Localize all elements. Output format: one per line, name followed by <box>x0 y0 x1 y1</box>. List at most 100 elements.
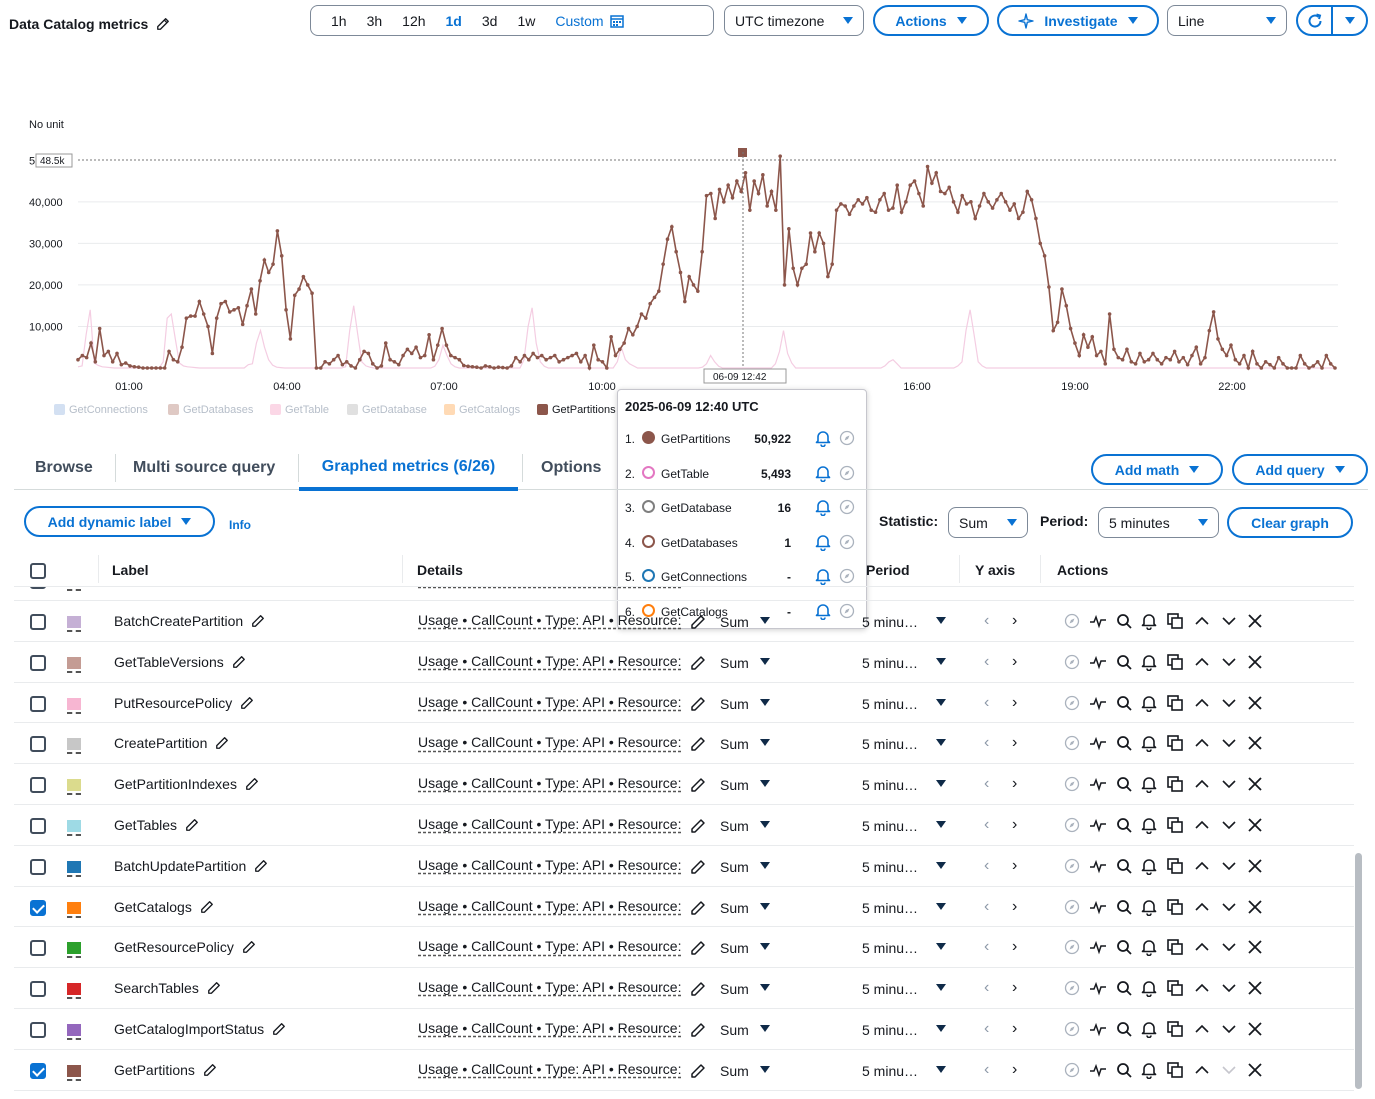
row-checkbox[interactable] <box>30 777 46 794</box>
chevron-down-icon[interactable] <box>760 943 770 951</box>
remove-icon[interactable] <box>1247 776 1263 792</box>
compass-icon[interactable] <box>1064 817 1080 833</box>
select-all-checkbox[interactable] <box>30 563 46 579</box>
duplicate-icon[interactable] <box>1166 775 1184 793</box>
chevron-down-icon[interactable] <box>760 617 770 624</box>
range-12h[interactable]: 12h <box>392 13 435 29</box>
table-row[interactable]: GetTables Usage • CallCount • Type: API … <box>14 805 1354 846</box>
bell-icon[interactable] <box>1141 857 1157 875</box>
compass-icon[interactable] <box>1064 776 1080 792</box>
row-period[interactable]: 5 minu… <box>862 981 918 997</box>
edit-label-icon[interactable] <box>232 655 246 669</box>
row-statistic[interactable]: Sum <box>720 696 749 712</box>
row-checkbox[interactable] <box>30 736 46 753</box>
table-row[interactable]: CreatePartition Usage • CallCount • Type… <box>14 723 1354 765</box>
series-color-swatch[interactable] <box>67 616 81 632</box>
chevron-down-icon[interactable] <box>760 780 770 788</box>
row-checkbox[interactable] <box>30 1062 46 1079</box>
y-axis-left-icon[interactable]: ‹ <box>984 1061 989 1079</box>
y-axis-right-icon[interactable]: › <box>1012 898 1017 916</box>
compass-icon[interactable] <box>839 534 855 550</box>
anomaly-detection-icon[interactable] <box>1089 613 1107 629</box>
edit-details-icon[interactable] <box>690 859 706 875</box>
duplicate-icon[interactable] <box>1166 938 1184 956</box>
chevron-down-icon[interactable] <box>760 657 770 665</box>
row-statistic[interactable]: Sum <box>720 736 749 752</box>
edit-details-icon[interactable] <box>690 614 706 630</box>
bell-icon[interactable] <box>815 429 831 447</box>
duplicate-icon[interactable] <box>1166 653 1184 671</box>
edit-label-icon[interactable] <box>203 1063 217 1077</box>
series-color-swatch[interactable] <box>67 860 81 877</box>
move-up-icon[interactable] <box>1193 1062 1211 1078</box>
edit-label-icon[interactable] <box>272 1022 286 1036</box>
move-up-icon[interactable] <box>1193 735 1211 751</box>
anomaly-detection-icon[interactable] <box>1089 735 1107 751</box>
anomaly-detection-icon[interactable] <box>1089 1021 1107 1037</box>
edit-label-icon[interactable] <box>207 981 221 995</box>
refresh-button[interactable] <box>1298 7 1333 34</box>
metrics-chart[interactable]: No unit 10,00020,00030,00040,00050,000 0… <box>0 100 1375 430</box>
move-down-icon[interactable] <box>1220 980 1238 996</box>
row-checkbox[interactable] <box>30 695 46 712</box>
compass-icon[interactable] <box>1064 1021 1080 1037</box>
edit-details-icon[interactable] <box>690 655 706 671</box>
chevron-down-icon[interactable] <box>936 902 946 910</box>
chevron-down-icon[interactable] <box>936 1065 946 1073</box>
series-color-swatch[interactable] <box>67 779 81 796</box>
duplicate-icon[interactable] <box>1166 857 1184 875</box>
edit-label-icon[interactable] <box>242 940 256 954</box>
bell-icon[interactable] <box>1141 1061 1157 1079</box>
chevron-down-icon[interactable] <box>936 739 946 747</box>
move-down-icon[interactable] <box>1220 1021 1238 1037</box>
series-color-swatch[interactable] <box>67 983 81 1000</box>
remove-icon[interactable] <box>1247 613 1263 629</box>
tab-options[interactable]: Options <box>541 446 601 489</box>
chevron-down-icon[interactable] <box>760 861 770 869</box>
search-icon[interactable] <box>1116 817 1132 833</box>
edit-label-icon[interactable] <box>185 818 199 832</box>
y-axis-left-icon[interactable]: ‹ <box>984 938 989 956</box>
edit-details-icon[interactable] <box>690 1022 706 1038</box>
move-up-icon[interactable] <box>1193 858 1211 874</box>
metric-details[interactable]: Usage • CallCount • Type: API • Resource… <box>418 694 681 710</box>
chevron-down-icon[interactable] <box>936 617 946 624</box>
row-period[interactable]: 5 minu… <box>862 736 918 752</box>
table-row[interactable]: PutResourcePolicy Usage • CallCount • Ty… <box>14 683 1354 724</box>
y-axis-left-icon[interactable]: ‹ <box>984 857 989 875</box>
row-statistic[interactable]: Sum <box>720 777 749 793</box>
row-period[interactable]: 5 minu… <box>862 614 918 630</box>
chevron-down-icon[interactable] <box>936 943 946 951</box>
row-statistic[interactable]: Sum <box>720 1063 749 1079</box>
row-period[interactable]: 5 minu… <box>862 940 918 956</box>
row-checkbox[interactable] <box>30 818 46 834</box>
y-axis-left-icon[interactable]: ‹ <box>984 653 989 671</box>
metric-details[interactable]: Usage • CallCount • Type: API • Resource… <box>418 898 681 914</box>
bell-icon[interactable] <box>815 533 831 551</box>
edit-label-icon[interactable] <box>251 614 265 628</box>
series-color-swatch[interactable] <box>67 1064 81 1081</box>
y-axis-left-icon[interactable]: ‹ <box>984 694 989 712</box>
row-checkbox[interactable] <box>30 1022 46 1038</box>
range-3h[interactable]: 3h <box>357 13 393 29</box>
row-period[interactable]: 5 minu… <box>862 818 918 834</box>
chart-type-dropdown[interactable]: Line <box>1167 5 1287 36</box>
move-down-icon[interactable] <box>1220 695 1238 711</box>
range-1h[interactable]: 1h <box>321 13 357 29</box>
metric-details[interactable]: Usage • CallCount • Type: API • Resource… <box>418 775 681 791</box>
range-1w[interactable]: 1w <box>507 13 545 29</box>
bell-icon[interactable] <box>1141 938 1157 957</box>
metric-details[interactable]: Usage • CallCount • Type: API • Resource… <box>418 1061 681 1077</box>
search-icon[interactable] <box>1116 1062 1132 1078</box>
edit-label-icon[interactable] <box>254 859 268 873</box>
anomaly-detection-icon[interactable] <box>1089 858 1107 874</box>
row-statistic[interactable]: Sum <box>720 655 749 671</box>
tab-browse[interactable]: Browse <box>35 446 93 489</box>
row-checkbox[interactable] <box>30 940 46 957</box>
bell-icon[interactable] <box>1141 898 1157 916</box>
table-row[interactable]: BatchUpdatePartition Usage • CallCount •… <box>14 846 1354 887</box>
compass-icon[interactable] <box>839 430 855 446</box>
search-icon[interactable] <box>1116 980 1132 996</box>
move-down-icon[interactable] <box>1220 776 1238 792</box>
anomaly-detection-icon[interactable] <box>1089 1062 1107 1078</box>
